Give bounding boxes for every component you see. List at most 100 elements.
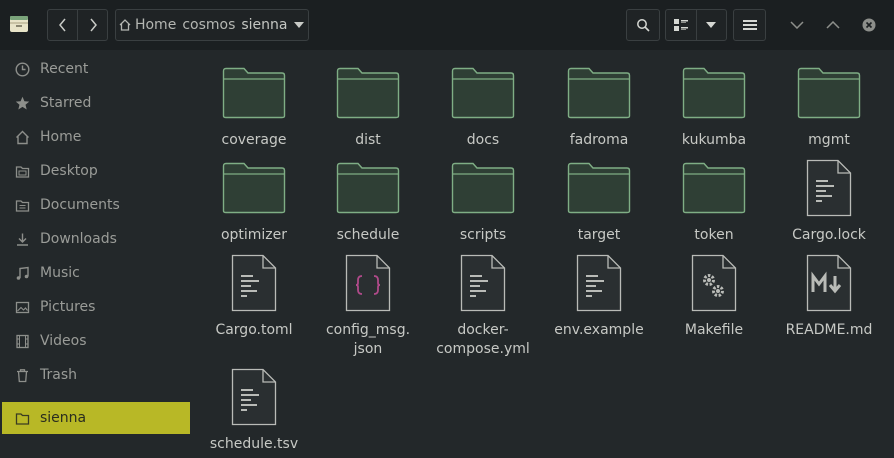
- sidebar-item-label: Desktop: [40, 163, 98, 179]
- sidebar-item-music[interactable]: Music: [0, 256, 191, 290]
- navigation-buttons: [47, 9, 108, 41]
- file-item-coverage[interactable]: coverage: [198, 62, 310, 150]
- file-item-mgmt[interactable]: mgmt: [773, 62, 885, 150]
- sidebar-item-label: Starred: [40, 95, 92, 111]
- sidebar-item-starred[interactable]: Starred: [0, 86, 191, 120]
- sidebar-item-label: Pictures: [40, 299, 96, 315]
- file-name: Makefile: [684, 322, 744, 338]
- text-file-icon: [219, 252, 289, 314]
- folder-icon: [14, 163, 30, 179]
- sidebar-item-trash[interactable]: Trash: [0, 358, 191, 392]
- path-dropdown-button[interactable]: [291, 10, 309, 40]
- sidebar-item-label: Videos: [40, 333, 87, 349]
- main-menu-button[interactable]: [733, 9, 766, 41]
- json-file-icon: [333, 252, 403, 314]
- minimize-button[interactable]: [785, 13, 809, 37]
- file-name: target: [577, 227, 621, 243]
- music-icon: [14, 265, 30, 281]
- file-item-makefile[interactable]: Makefile: [658, 252, 770, 340]
- hamburger-menu-icon: [742, 20, 757, 30]
- folder-icon: [679, 62, 749, 124]
- view-options-dropdown[interactable]: [695, 10, 726, 40]
- home-icon: [14, 129, 30, 145]
- file-item-readme-md[interactable]: README.md: [773, 252, 885, 340]
- file-item-cargo-toml[interactable]: Cargo.toml: [198, 252, 310, 340]
- text-file-icon: [794, 157, 864, 219]
- close-button[interactable]: [857, 13, 881, 37]
- sidebar-item-videos[interactable]: Videos: [0, 324, 191, 358]
- sidebar-item-downloads[interactable]: Downloads: [0, 222, 191, 256]
- chevron-left-icon: [58, 18, 66, 32]
- sidebar-item-home[interactable]: Home: [0, 120, 191, 154]
- folder-icon: [564, 62, 634, 124]
- clock-icon: [14, 61, 30, 77]
- home-icon[interactable]: [116, 10, 135, 40]
- file-name: env.example: [554, 322, 644, 338]
- sidebar-item-label: Documents: [40, 197, 120, 213]
- sidebar-item-recent[interactable]: Recent: [0, 52, 191, 86]
- sidebar-item-label: Recent: [40, 61, 89, 77]
- file-item-optimizer[interactable]: optimizer: [198, 157, 310, 245]
- file-item-fadroma[interactable]: fadroma: [543, 62, 655, 150]
- file-name: optimizer: [220, 227, 288, 243]
- header-bar: Home cosmos sienna: [0, 0, 894, 50]
- folder-icon: [794, 62, 864, 124]
- chevron-right-icon: [90, 18, 97, 32]
- file-item-env-example[interactable]: env.example: [543, 252, 655, 340]
- breadcrumb-cosmos[interactable]: cosmos: [179, 17, 238, 33]
- file-item-schedule[interactable]: schedule: [312, 157, 424, 245]
- view-options-group: [665, 9, 727, 41]
- close-icon: [862, 18, 876, 32]
- sidebar-item-documents[interactable]: Documents: [0, 188, 191, 222]
- sidebar-item-pictures[interactable]: Pictures: [0, 290, 191, 324]
- text-file-icon: [219, 366, 289, 428]
- video-icon: [14, 333, 30, 349]
- file-name: scripts: [459, 227, 507, 243]
- file-item-docker-compose[interactable]: docker- compose.yml: [427, 252, 539, 359]
- file-name: Cargo.toml: [215, 322, 293, 338]
- file-item-scripts[interactable]: scripts: [427, 157, 539, 245]
- breadcrumb-home[interactable]: Home: [135, 17, 179, 33]
- breadcrumb-sienna[interactable]: sienna: [238, 17, 290, 33]
- back-button[interactable]: [48, 10, 77, 40]
- file-grid: coverage dist docs fadroma kukumba mgmt …: [191, 50, 894, 458]
- sidebar: Recent Starred Home Desktop Documents Do…: [0, 50, 191, 458]
- file-name: README.md: [785, 322, 873, 338]
- trash-icon: [14, 367, 30, 383]
- file-item-target[interactable]: target: [543, 157, 655, 245]
- file-item-config-msg-json[interactable]: config_msg. json: [312, 252, 424, 359]
- file-item-docs[interactable]: docs: [427, 62, 539, 150]
- file-item-cargo-lock[interactable]: Cargo.lock: [773, 157, 885, 245]
- search-button[interactable]: [626, 9, 660, 41]
- markdown-file-icon: [794, 252, 864, 314]
- caret-down-icon: [706, 22, 717, 28]
- download-icon: [14, 231, 30, 247]
- sidebar-item-label: Music: [40, 265, 80, 281]
- file-item-kukumba[interactable]: kukumba: [658, 62, 770, 150]
- file-name: dist: [355, 132, 381, 148]
- folder-icon: [333, 157, 403, 219]
- file-name: schedule.tsv: [209, 436, 299, 452]
- file-item-schedule-tsv[interactable]: schedule.tsv: [198, 366, 310, 454]
- file-item-dist[interactable]: dist: [312, 62, 424, 150]
- chevron-up-icon: [826, 21, 840, 29]
- sidebar-item-desktop[interactable]: Desktop: [0, 154, 191, 188]
- search-icon: [637, 19, 650, 32]
- sidebar-item-label: Downloads: [40, 231, 117, 247]
- maximize-button[interactable]: [821, 13, 845, 37]
- sidebar-item-sienna[interactable]: sienna: [2, 402, 190, 434]
- view-mode-button[interactable]: [666, 10, 696, 40]
- file-name: coverage: [221, 132, 287, 148]
- text-file-icon: [448, 252, 518, 314]
- forward-button[interactable]: [77, 10, 107, 40]
- file-name: schedule: [336, 227, 400, 243]
- file-name: config_msg. json: [325, 322, 411, 357]
- file-name: kukumba: [681, 132, 747, 148]
- picture-icon: [14, 299, 30, 315]
- folder-icon: [679, 157, 749, 219]
- folder-icon: [448, 62, 518, 124]
- gears-file-icon: [679, 252, 749, 314]
- file-item-token[interactable]: token: [658, 157, 770, 245]
- file-name: docs: [466, 132, 500, 148]
- folder-icon: [564, 157, 634, 219]
